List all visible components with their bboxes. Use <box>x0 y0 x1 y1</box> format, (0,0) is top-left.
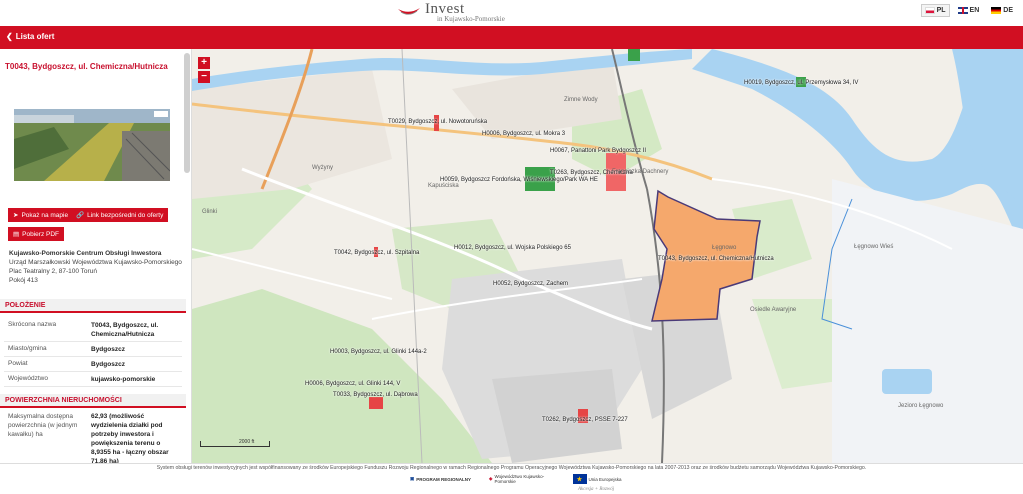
place-label: Wyżyny <box>312 165 333 171</box>
aerial-photo-image <box>14 109 170 181</box>
zoom-controls: + − <box>198 57 210 85</box>
place-label: Zimne Wody <box>564 97 598 103</box>
plot-label[interactable]: H0012, Bydgoszcz, ul. Wojska Polskiego 6… <box>454 245 571 251</box>
offer-sidebar: T0043, Bydgoszcz, ul. Chemiczna/Hutnicza… <box>0 49 192 463</box>
map-view[interactable]: + − T0043, Bydgoszcz, ul. Chemiczna/Hutn… <box>192 49 1023 463</box>
plot-label[interactable]: T0042, Bydgoszcz, ul. Szpitalna <box>334 250 419 256</box>
plot-label[interactable]: T0043, Bydgoszcz, ul. Chemiczna/Hutnicza <box>658 256 774 262</box>
zoom-in-button[interactable]: + <box>198 57 210 69</box>
plot-label[interactable]: H0059, Bydgoszcz Fordońska, Wiśniewskieg… <box>440 177 598 183</box>
chevron-left-icon: ❮ <box>6 32 13 41</box>
eu-logo: ★ Unia Europejska <box>572 474 622 484</box>
map-scale-bar: 2000 ft <box>200 439 270 447</box>
contact-office: Urząd Marszałkowski Województwa Kujawsko… <box>9 259 182 266</box>
contact-block: Kujawsko-Pomorskie Centrum Obsługi Inwes… <box>9 249 187 285</box>
area-section-header: POWIERZCHNIA NIERUCHOMOŚCI <box>0 394 186 408</box>
plot-label[interactable]: H0052, Bydgoszcz, Zachem <box>493 281 568 287</box>
contact-address: Plac Teatralny 2, 87-100 Toruń <box>9 268 97 275</box>
place-label: Glinki <box>202 209 218 215</box>
lang-en[interactable]: EN <box>954 4 984 17</box>
show-on-map-button[interactable]: ➤ Pokaż na mapie <box>8 208 74 222</box>
sidebar-scrollbar[interactable] <box>184 53 190 173</box>
plot-label[interactable]: H0006, Bydgoszcz, ul. Glinki 144, V <box>305 381 400 387</box>
nav-bar: ❮ Lista ofert <box>0 26 1023 49</box>
zoom-out-button[interactable]: − <box>198 71 210 83</box>
place-label: Osiedle Awaryjne <box>750 307 797 313</box>
location-section-header: POŁOŻENIE <box>0 299 186 313</box>
plot-label[interactable]: T0029, Bydgoszcz, ul. Nowotoruńska <box>388 119 487 125</box>
offer-photo[interactable] <box>14 109 170 181</box>
coat-of-arms-icon: ◈ <box>489 476 493 481</box>
plot-label[interactable]: H0067, Panattoni Park Bydgoszcz II <box>550 148 646 154</box>
lang-pl[interactable]: PL <box>920 4 950 17</box>
flag-de-icon <box>991 7 1002 14</box>
table-row: Województwo kujawsko-pomorskie <box>4 372 182 387</box>
flag-en-icon <box>957 7 968 14</box>
place-label: Franciszka Dachnery <box>612 169 669 175</box>
plot-label[interactable]: H0006, Bydgoszcz, ul. Mokra 3 <box>482 131 565 137</box>
contact-room: Pokój 413 <box>9 277 38 284</box>
place-label: Kapuściska <box>428 183 459 189</box>
document-icon: ▤ <box>13 231 20 238</box>
table-row: Miasto/gmina Bydgoszcz <box>4 342 182 357</box>
plot-label[interactable]: T0262, Bydgoszcz, PSSE 7-227 <box>542 417 628 423</box>
offer-title: T0043, Bydgoszcz, ul. Chemiczna/Hutnicza <box>5 62 168 71</box>
language-switcher: PL EN DE <box>920 4 1017 17</box>
back-label: Lista ofert <box>15 32 55 41</box>
invest-logo[interactable]: Invest in Kujawsko-Pomorskie <box>395 1 525 24</box>
direct-link-button[interactable]: 🔗 Link bezpośredni do oferty <box>71 208 169 222</box>
place-label: Jezioro Łęgnowo <box>898 403 944 409</box>
logo-swoosh-icon <box>398 8 420 15</box>
program-icon: ▣ <box>410 476 415 481</box>
download-pdf-button[interactable]: ▤ Pobierz PDF <box>8 227 65 241</box>
plot-label[interactable]: T0033, Bydgoszcz, ul. Dąbrowa <box>333 392 418 398</box>
eu-flag-icon: ★ <box>572 474 587 484</box>
top-header: Invest in Kujawsko-Pomorskie PL EN DE <box>0 0 1023 26</box>
table-row: Skrócona nazwa T0043, Bydgoszcz, ul. Che… <box>4 318 182 342</box>
footer: System obsługi terenów inwestycyjnych je… <box>0 463 1023 494</box>
flag-pl-icon <box>924 7 935 14</box>
contact-org: Kujawsko-Pomorskie Centrum Obsługi Inwes… <box>9 250 162 257</box>
place-label: Łęgnowo Wieś <box>854 244 894 250</box>
table-row: Powiat Bydgoszcz <box>4 357 182 372</box>
regional-program-logo: ▣ PROGRAM REGIONALNY <box>410 476 472 482</box>
back-to-list-button[interactable]: ❮ Lista ofert <box>6 32 54 41</box>
link-icon: 🔗 <box>76 212 85 219</box>
table-row: Maksymalna dostępna powierzchnia (w jedn… <box>8 413 169 463</box>
plot-label[interactable]: H0019, Bydgoszcz, ul. Przemysłowa 34, IV <box>744 80 858 86</box>
footer-funding-text: System obsługi terenów inwestycyjnych je… <box>156 465 867 471</box>
plot-label[interactable]: H0003, Bydgoszcz, ul. Glinki 144a-2 <box>330 349 427 355</box>
region-logo: ◈ Województwo Kujawsko-Pomorskie <box>489 474 545 484</box>
footer-logos: ▣ PROGRAM REGIONALNY ◈ Województwo Kujaw… <box>410 474 622 484</box>
location-arrow-icon: ➤ <box>13 212 19 219</box>
place-label: Łęgnowo <box>712 245 737 251</box>
footer-slogan: Akcesja + Rozwój <box>578 487 615 492</box>
map-canvas[interactable] <box>192 49 1023 463</box>
logo-subtitle: in Kujawsko-Pomorskie <box>437 15 505 23</box>
lang-de[interactable]: DE <box>987 4 1017 17</box>
